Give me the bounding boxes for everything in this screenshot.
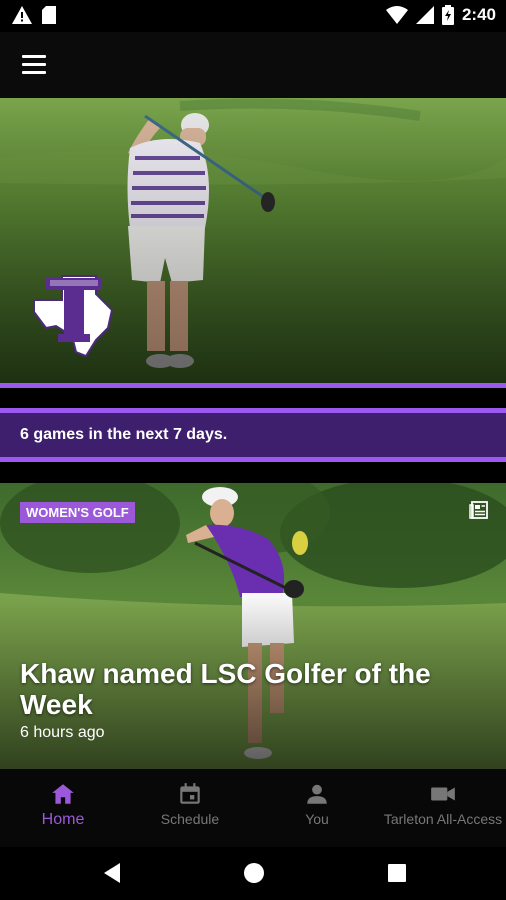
warning-icon bbox=[12, 6, 32, 24]
home-circle-icon[interactable] bbox=[243, 862, 265, 884]
recents-icon[interactable] bbox=[387, 863, 407, 883]
menu-bar-1 bbox=[22, 54, 46, 58]
banner-gap bbox=[0, 388, 506, 408]
status-left bbox=[12, 6, 56, 24]
news-article-icon bbox=[469, 501, 488, 519]
nav-schedule[interactable]: Schedule bbox=[127, 781, 253, 839]
nav-all-access[interactable]: Tarleton All-Access bbox=[380, 781, 506, 839]
video-camera-icon bbox=[431, 787, 455, 801]
calendar-icon bbox=[180, 783, 200, 804]
nav-schedule-label: Schedule bbox=[160, 811, 220, 827]
nav-all-access-label: Tarleton All-Access bbox=[383, 811, 503, 827]
menu-bar-3 bbox=[22, 70, 46, 74]
tarleton-logo bbox=[33, 275, 114, 358]
status-time: 2:40 bbox=[461, 5, 496, 24]
person-icon bbox=[307, 784, 327, 804]
status-bar: 2:40 bbox=[0, 0, 506, 32]
category-tag[interactable]: WOMEN'S GOLF bbox=[20, 502, 135, 523]
nav-home-label: Home bbox=[41, 811, 85, 828]
wifi-icon bbox=[385, 6, 408, 24]
news-timestamp: 6 hours ago bbox=[20, 724, 105, 741]
sd-card-icon bbox=[42, 6, 56, 24]
back-icon[interactable] bbox=[102, 862, 122, 884]
card-gap bbox=[0, 462, 506, 483]
nav-you-label: You bbox=[305, 811, 329, 827]
bottom-navigation: Home Schedule You Tarleton All-Access bbox=[0, 769, 506, 847]
signal-icon bbox=[415, 6, 434, 24]
app-bar bbox=[0, 32, 506, 98]
menu-button[interactable] bbox=[22, 50, 56, 78]
home-icon bbox=[52, 784, 74, 804]
games-count-text: 6 games in the next 7 days. bbox=[20, 426, 228, 443]
nav-home[interactable]: Home bbox=[0, 781, 126, 839]
status-right: 2:40 bbox=[385, 5, 496, 25]
menu-bar-2 bbox=[22, 62, 46, 66]
news-headline[interactable]: Khaw named LSC Golfer of the Week bbox=[20, 658, 460, 720]
battery-icon bbox=[441, 5, 454, 25]
games-banner[interactable]: 6 games in the next 7 days. bbox=[0, 413, 506, 457]
system-navigation-bar bbox=[0, 847, 506, 900]
nav-you[interactable]: You bbox=[254, 781, 380, 839]
